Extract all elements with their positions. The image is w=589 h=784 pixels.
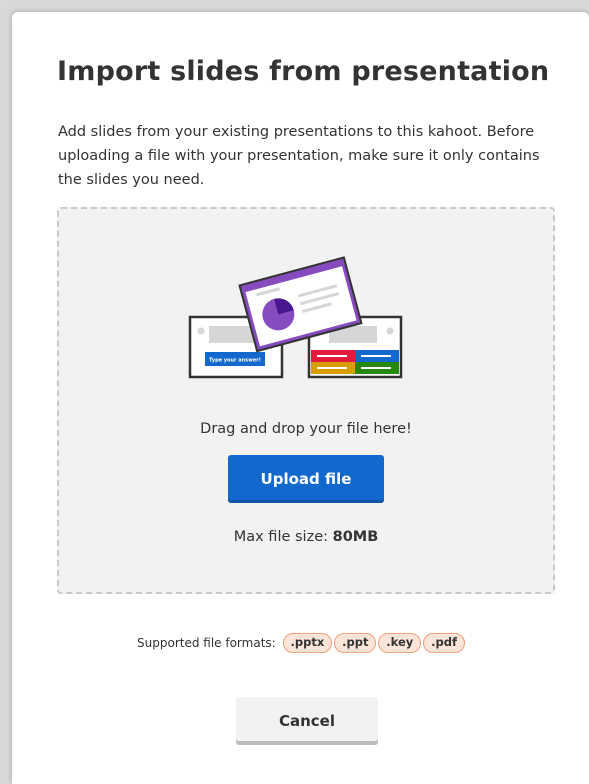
max-file-size-value: 80MB — [332, 529, 379, 545]
format-badge-key: .key — [378, 633, 422, 653]
cancel-button[interactable]: Cancel — [236, 697, 378, 745]
max-file-size-label: Max file size: — [233, 529, 328, 545]
import-slides-dialog: Import slides from presentation Add slid… — [12, 12, 589, 784]
presentation-illustration: Type your answer! — [188, 256, 403, 379]
max-file-size: Max file size: 80MB — [59, 529, 553, 545]
file-dropzone[interactable]: Type your answer! Drag and drop your fil… — [57, 207, 555, 594]
illustration-answer-text: Type your answer! — [209, 358, 261, 364]
supported-formats-label: Supported file formats: — [137, 636, 276, 650]
drag-drop-text: Drag and drop your file here! — [200, 421, 412, 437]
dialog-description: Add slides from your existing presentati… — [58, 124, 540, 188]
upload-file-button[interactable]: Upload file — [228, 455, 384, 503]
format-badge-ppt: .ppt — [334, 633, 377, 653]
format-badge-pdf: .pdf — [423, 633, 465, 653]
format-badge-pptx: .pptx — [282, 633, 333, 653]
supported-formats: Supported file formats: .pptx .ppt .key … — [12, 633, 589, 653]
dialog-title: Import slides from presentation — [57, 56, 550, 87]
